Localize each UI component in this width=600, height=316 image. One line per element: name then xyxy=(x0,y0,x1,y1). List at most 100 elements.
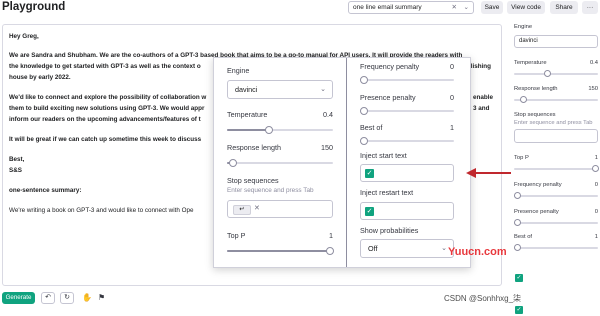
stop-sequence-chip-text: ↵ xyxy=(239,206,245,213)
presence-penalty-value: 0 xyxy=(450,93,454,102)
temperature-slider[interactable] xyxy=(227,126,333,134)
sidebar-temperature-value: 0.4 xyxy=(589,60,598,66)
more-button[interactable]: ··· xyxy=(582,1,598,14)
slider-handle[interactable] xyxy=(514,244,521,251)
email-paragraph-2-line-1-tail: enable xyxy=(473,94,493,101)
best-of-slider-handle[interactable] xyxy=(360,137,368,145)
top-p-value: 1 xyxy=(329,231,333,240)
regenerate-icon[interactable]: ↻ xyxy=(60,292,74,304)
inject-restart-input[interactable]: ✓ xyxy=(360,202,454,220)
slider-handle[interactable] xyxy=(514,192,521,199)
top-p-label: Top P xyxy=(227,231,246,240)
email-greeting: Hey Greg, xyxy=(9,33,39,40)
settings-sidebar: Engine davinci Temperature 0.4 Response … xyxy=(512,20,600,316)
playground-page: Playground one line email summary ✕ ⌄ Sa… xyxy=(0,0,600,316)
sidebar-temperature-slider[interactable] xyxy=(514,70,598,77)
remove-chip-icon[interactable]: ✕ xyxy=(254,204,260,212)
inject-start-input[interactable]: ✓ xyxy=(360,164,454,182)
sidebar-stop-input[interactable] xyxy=(514,129,598,143)
sidebar-stop-label: Stop sequences xyxy=(514,112,556,118)
preset-select[interactable]: one line email summary ✕ ⌄ xyxy=(348,1,474,14)
presence-penalty-slider[interactable] xyxy=(360,107,454,115)
sidebar-top-p-label: Top P xyxy=(514,155,529,161)
engine-label: Engine xyxy=(227,66,250,75)
engine-value: davinci xyxy=(235,85,258,94)
header-bar: Playground one line email summary ✕ ⌄ Sa… xyxy=(0,0,600,16)
thumbs-down-icon[interactable]: ✋ xyxy=(82,292,92,304)
callout-divider xyxy=(346,58,347,267)
sidebar-presence-penalty-value: 0 xyxy=(594,209,598,215)
settings-zoom-callout: Engine davinci ⌄ Temperature 0.4 Respons… xyxy=(213,57,471,268)
credit-watermark: CSDN @Sonhhxg_柒 xyxy=(444,294,522,303)
thumbs-up-icon[interactable]: ⚑ xyxy=(98,292,105,304)
top-p-slider-handle[interactable] xyxy=(326,247,334,255)
sidebar-inject-start-checkbox[interactable]: ✓ xyxy=(515,274,523,282)
sidebar-frequency-penalty-slider[interactable] xyxy=(514,192,598,199)
stop-sequences-hint: Enter sequence and press Tab xyxy=(227,187,314,194)
frequency-penalty-label: Frequency penalty xyxy=(360,62,420,71)
engine-select[interactable]: davinci ⌄ xyxy=(227,80,333,99)
show-probabilities-select[interactable]: Off ⌄ xyxy=(360,239,454,258)
sidebar-temperature-label: Temperature xyxy=(514,60,547,66)
chevron-down-icon: ⌄ xyxy=(320,86,326,93)
brand-watermark: Yuucn.com xyxy=(448,246,507,258)
chevron-down-icon: ⌄ xyxy=(441,245,447,252)
chevron-down-icon: ⌄ xyxy=(463,4,469,11)
temperature-slider-fill xyxy=(227,129,270,131)
slider-handle[interactable] xyxy=(592,165,599,172)
clear-icon[interactable]: ✕ xyxy=(452,2,457,13)
slider-handle[interactable] xyxy=(520,96,527,103)
inject-restart-label: Inject restart text xyxy=(360,188,414,197)
preset-value: one line email summary xyxy=(353,4,422,11)
top-p-slider[interactable] xyxy=(227,247,334,255)
view-code-button[interactable]: View code xyxy=(507,1,545,14)
sidebar-best-of-value: 1 xyxy=(594,234,598,240)
presence-penalty-label: Presence penalty xyxy=(360,93,416,102)
response-length-slider[interactable] xyxy=(227,159,333,167)
stop-sequences-input[interactable]: ↵ ✕ xyxy=(227,200,333,218)
frequency-penalty-slider[interactable] xyxy=(360,76,454,84)
undo-icon[interactable]: ↶ xyxy=(41,292,55,304)
sidebar-presence-penalty-slider[interactable] xyxy=(514,219,598,226)
temperature-value: 0.4 xyxy=(323,110,333,119)
sidebar-best-of-slider[interactable] xyxy=(514,244,598,251)
inject-restart-checkbox[interactable]: ✓ xyxy=(365,207,374,216)
best-of-label: Best of xyxy=(360,123,383,132)
response-length-label: Response length xyxy=(227,143,281,152)
sidebar-engine-select[interactable]: davinci xyxy=(514,35,598,48)
presence-penalty-slider-handle[interactable] xyxy=(360,107,368,115)
response-length-value: 150 xyxy=(321,143,333,152)
frequency-penalty-slider-handle[interactable] xyxy=(360,76,368,84)
sidebar-frequency-penalty-value: 0 xyxy=(594,182,598,188)
best-of-slider[interactable] xyxy=(360,137,454,145)
slider-handle[interactable] xyxy=(514,219,521,226)
sidebar-best-of-label: Best of xyxy=(514,234,533,240)
sidebar-top-p-value: 1 xyxy=(594,155,598,161)
show-probabilities-label: Show probabilities xyxy=(360,226,419,235)
temperature-slider-handle[interactable] xyxy=(265,126,273,134)
response-length-slider-handle[interactable] xyxy=(229,159,237,167)
share-button[interactable]: Share xyxy=(550,1,578,14)
temperature-label: Temperature xyxy=(227,110,268,119)
sidebar-stop-hint: Enter sequence and press Tab xyxy=(514,120,593,126)
inject-start-checkbox[interactable]: ✓ xyxy=(365,169,374,178)
sidebar-frequency-penalty-label: Frequency penalty xyxy=(514,182,562,188)
sidebar-engine-label: Engine xyxy=(514,24,533,30)
sidebar-presence-penalty-label: Presence penalty xyxy=(514,209,559,215)
stop-sequences-label: Stop sequences xyxy=(227,176,279,185)
save-button[interactable]: Save xyxy=(481,1,503,14)
frequency-penalty-value: 0 xyxy=(450,62,454,71)
stop-sequence-chip: ↵ xyxy=(233,205,251,215)
best-of-value: 1 xyxy=(450,123,454,132)
sidebar-inject-restart-checkbox[interactable]: ✓ xyxy=(515,306,523,314)
email-paragraph-2-line-2-tail: 3 and xyxy=(473,105,490,112)
slider-handle[interactable] xyxy=(544,70,551,77)
sidebar-top-p-slider[interactable] xyxy=(514,165,599,172)
sidebar-response-length-value: 150 xyxy=(588,86,598,92)
generate-button[interactable]: Generate xyxy=(2,292,35,304)
sidebar-response-length-slider[interactable] xyxy=(514,96,598,103)
red-arrow-icon xyxy=(466,168,511,178)
page-title: Playground xyxy=(2,1,66,13)
top-p-slider-fill xyxy=(227,250,333,252)
sidebar-response-length-label: Response length xyxy=(514,86,558,92)
